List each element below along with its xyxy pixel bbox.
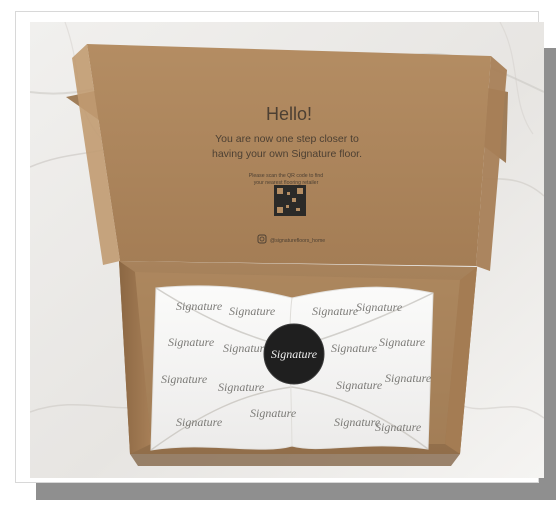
tissue-text-13: Signature — [176, 415, 223, 429]
tissue-text-6: Signature — [223, 341, 270, 355]
social-handle: @signaturefloors_home — [270, 238, 325, 244]
message-line-2: having your own Signature floor. — [212, 148, 362, 160]
page: Hello! You are now one step closer to ha… — [0, 0, 556, 505]
qr-code-icon — [274, 185, 306, 216]
signature-sticker: Signature — [263, 323, 325, 385]
sticker-text: Signature — [271, 347, 318, 361]
small-line-1: Please scan the QR code to find — [249, 173, 324, 179]
tissue-text-11: Signature — [336, 378, 383, 392]
tissue-text-3: Signature — [312, 304, 359, 318]
message-line-1: You are now one step closer to — [215, 133, 359, 145]
tissue-package: Signature Signature Signature Signature … — [150, 285, 434, 451]
tissue-text-1: Signature — [176, 299, 223, 313]
tissue-text-15: Signature — [334, 415, 381, 429]
product-photo: Hello! You are now one step closer to ha… — [30, 22, 544, 478]
tissue-text-10: Signature — [218, 380, 265, 394]
tissue-text-7: Signature — [331, 341, 378, 355]
tissue-text-14: Signature — [250, 406, 297, 420]
tissue-text-5: Signature — [168, 335, 215, 349]
tissue-text-4: Signature — [356, 300, 403, 314]
tissue-text-12: Signature — [385, 371, 432, 385]
hello-title: Hello! — [266, 104, 312, 124]
tissue-text-9: Signature — [161, 372, 208, 386]
tissue-text-8: Signature — [379, 335, 426, 349]
tissue-text-16: Signature — [375, 420, 422, 434]
tissue-text-2: Signature — [229, 304, 276, 318]
photo-scene: Hello! You are now one step closer to ha… — [30, 22, 544, 478]
photo-frame: Hello! You are now one step closer to ha… — [16, 12, 544, 482]
